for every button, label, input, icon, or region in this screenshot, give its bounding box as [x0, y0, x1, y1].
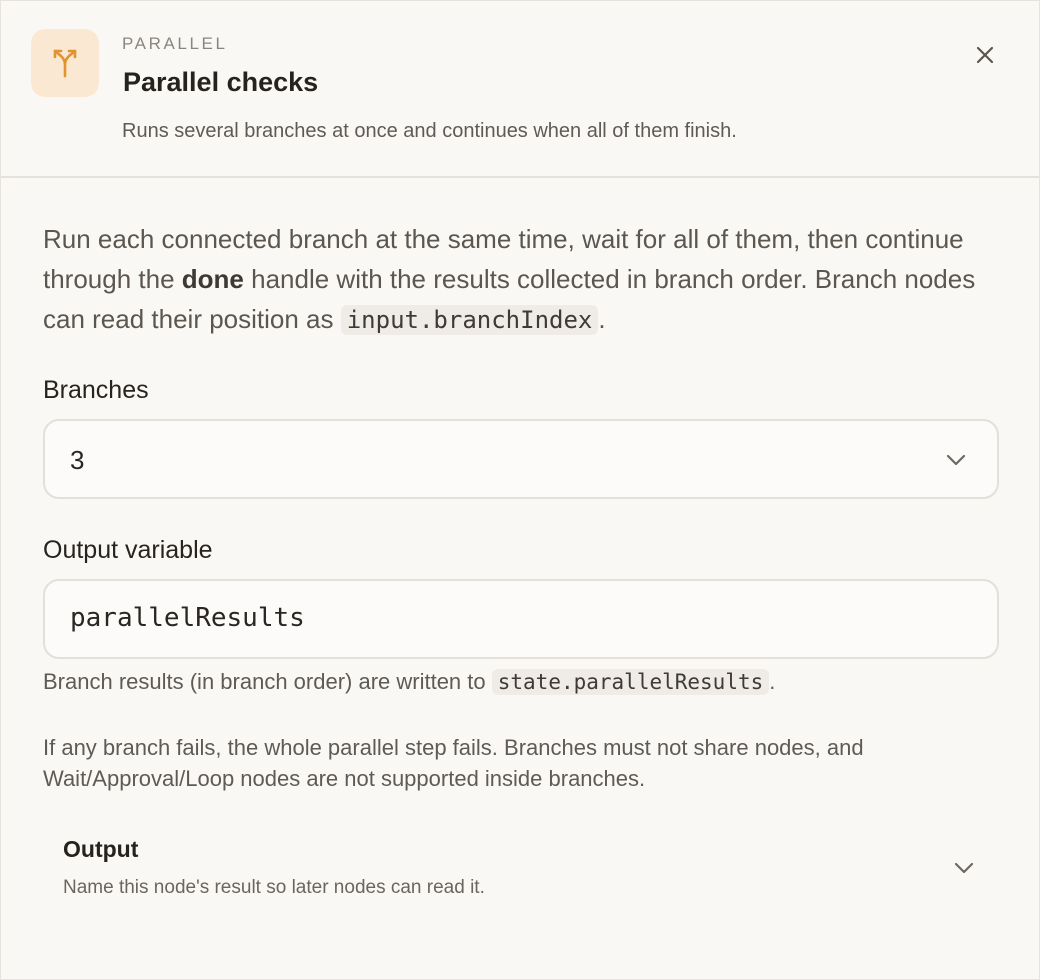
node-settings-panel: PARALLEL Parallel checks Runs several br…	[0, 0, 1040, 980]
panel-header: PARALLEL Parallel checks Runs several br…	[1, 1, 1039, 178]
output-variable-input[interactable]: parallelResults	[43, 579, 999, 659]
output-variable-value: parallelResults	[70, 603, 305, 633]
output-variable-hint: Branch results (in branch order) are wri…	[43, 669, 776, 695]
intro-description: Run each connected branch at the same ti…	[43, 224, 976, 335]
output-section-toggle[interactable]: Output Name this node's result so later …	[43, 823, 999, 913]
output-section-description: Name this node's result so later nodes c…	[63, 877, 485, 898]
branches-value: 3	[70, 445, 85, 475]
close-icon	[976, 46, 994, 64]
state-path-code: state.parallelResults	[491, 669, 770, 695]
panel-subtitle: Runs several branches at once and contin…	[122, 120, 737, 142]
node-type-label: PARALLEL	[122, 34, 228, 53]
failure-note: If any branch fails, the whole parallel …	[43, 735, 864, 791]
output-variable-label: Output variable	[43, 536, 213, 564]
close-button[interactable]	[967, 37, 1003, 73]
branches-label: Branches	[43, 376, 149, 404]
chevron-down-icon	[951, 857, 977, 879]
branch-index-code: input.branchIndex	[340, 305, 599, 335]
split-branch-icon	[31, 29, 99, 97]
panel-title: Parallel checks	[123, 67, 319, 97]
chevron-down-icon	[943, 447, 969, 473]
branches-select[interactable]: 3	[43, 419, 999, 499]
output-section-title: Output	[63, 836, 139, 862]
done-handle-name: done	[181, 264, 244, 294]
